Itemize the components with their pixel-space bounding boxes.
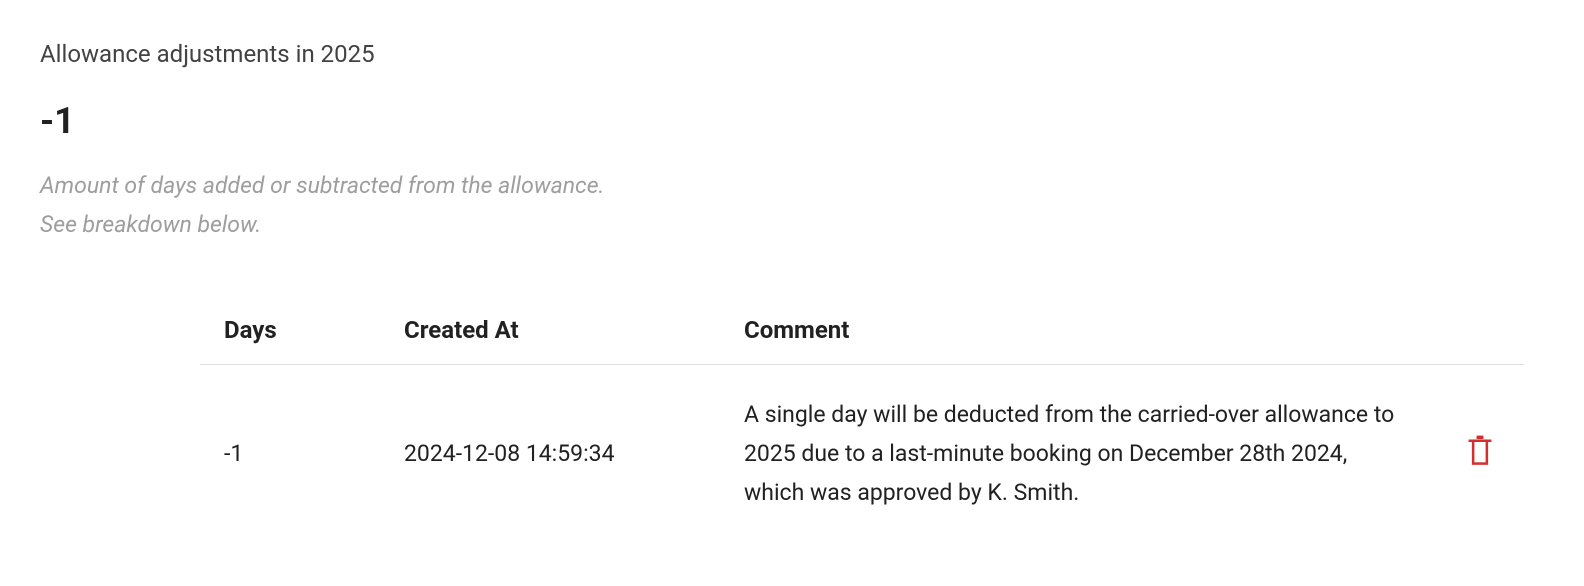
cell-created-at: 2024-12-08 14:59:34 [380,365,720,543]
cell-comment: A single day will be deducted from the c… [720,365,1436,543]
column-header-days: Days [200,304,380,365]
description-line2: See breakdown below. [40,211,261,238]
adjustments-table: Days Created At Comment -1 2024-12-08 14… [200,304,1524,542]
cell-days: -1 [200,365,380,543]
column-header-created-at: Created At [380,304,720,365]
column-header-action [1436,304,1524,365]
table-row: -1 2024-12-08 14:59:34 A single day will… [200,365,1524,543]
total-adjustment-value: -1 [40,100,1544,142]
description-text: Amount of days added or subtracted from … [40,166,1544,244]
description-line1: Amount of days added or subtracted from … [40,172,604,199]
column-header-comment: Comment [720,304,1436,365]
trash-icon [1466,435,1494,467]
delete-button[interactable] [1460,429,1500,473]
page-title: Allowance adjustments in 2025 [40,40,1544,68]
